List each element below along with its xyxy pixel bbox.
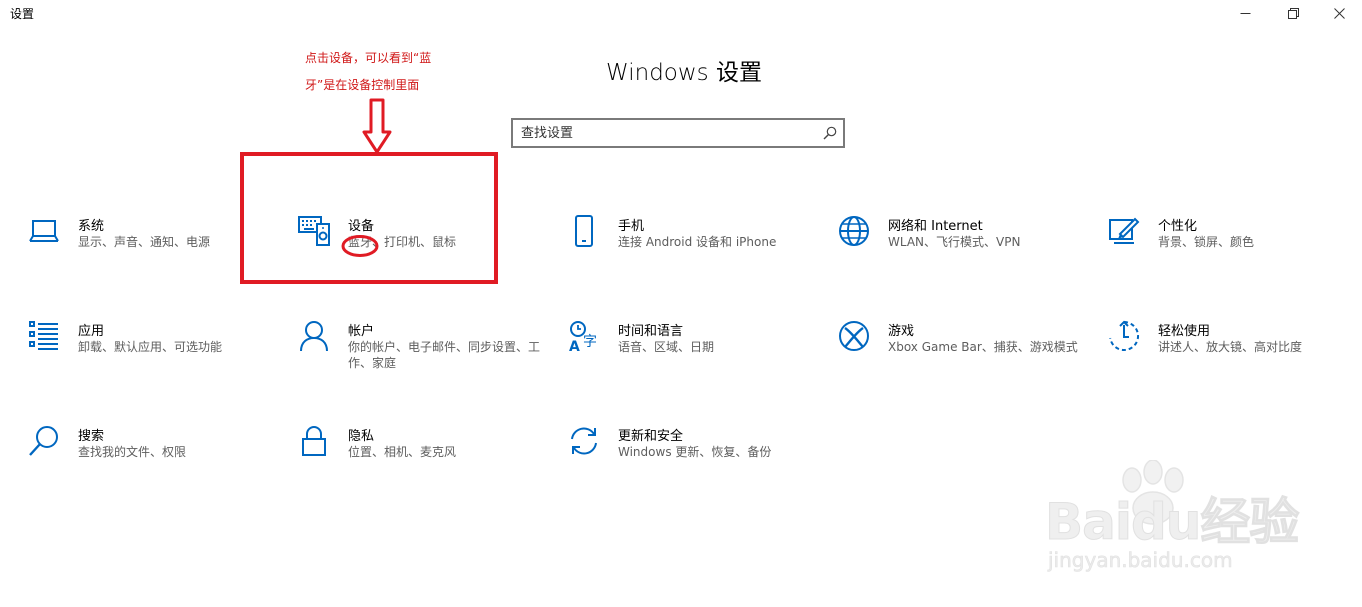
tile-accounts[interactable]: 帐户 你的帐户、电子邮件、同步设置、工作、家庭 — [298, 320, 548, 380]
tile-network[interactable]: 网络和 Internet WLAN、飞行模式、VPN — [838, 215, 1088, 275]
tile-title: 网络和 Internet — [888, 219, 983, 234]
tile-description: 你的帐户、电子邮件、同步设置、工作、家庭 — [348, 340, 541, 370]
tile-title: 系统 — [78, 219, 105, 234]
baidu-watermark: Baidu经验 jingyan.baidu.com — [1040, 460, 1340, 590]
tile-search[interactable]: 搜索 查找我的文件、权限 — [28, 425, 278, 485]
laptop-icon — [28, 215, 60, 247]
tile-description: WLAN、飞行模式、VPN — [888, 235, 1021, 249]
search-icon — [28, 425, 60, 457]
tile-description: 背景、锁屏、颜色 — [1158, 235, 1255, 249]
person-icon — [298, 320, 330, 352]
tile-description: Xbox Game Bar、捕获、游戏模式 — [888, 340, 1078, 354]
search-input[interactable] — [521, 120, 821, 146]
tile-title: 个性化 — [1158, 219, 1198, 234]
svg-text:字: 字 — [583, 334, 597, 350]
tile-title: 轻松使用 — [1158, 324, 1211, 339]
close-button[interactable] — [1316, 0, 1362, 26]
annotation-note: 点击设备，可以看到“蓝牙”是在设备控制里面 — [305, 51, 432, 92]
tile-update-security[interactable]: 更新和安全 Windows 更新、恢复、备份 — [568, 425, 818, 485]
tile-description: 连接 Android 设备和 iPhone — [618, 235, 777, 249]
tile-apps[interactable]: 应用 卸载、默认应用、可选功能 — [28, 320, 278, 380]
tile-gaming[interactable]: 游戏 Xbox Game Bar、捕获、游戏模式 — [838, 320, 1088, 380]
tile-title: 更新和安全 — [618, 429, 684, 444]
personalization-icon — [1108, 215, 1140, 247]
minimize-icon — [1240, 12, 1250, 14]
watermark-url: jingyan.baidu.com — [1048, 548, 1233, 573]
globe-icon — [838, 215, 870, 247]
search-icon[interactable] — [823, 126, 837, 140]
restore-button[interactable] — [1270, 0, 1316, 26]
minimize-button[interactable] — [1222, 0, 1268, 26]
tile-title: 时间和语言 — [618, 324, 684, 339]
sync-icon — [568, 425, 600, 457]
tile-description: 查找我的文件、权限 — [78, 445, 187, 459]
page-title: Windows 设置 — [606, 60, 762, 86]
time-language-icon: A字 — [568, 320, 600, 355]
tile-title: 游戏 — [888, 324, 915, 339]
phone-icon — [568, 215, 600, 247]
svg-text:A: A — [569, 339, 580, 352]
tile-title: 帐户 — [348, 324, 375, 339]
tile-title: 应用 — [78, 324, 105, 339]
tile-description: 卸载、默认应用、可选功能 — [78, 340, 223, 354]
tile-description: 讲述人、放大镜、高对比度 — [1158, 340, 1303, 354]
restore-icon — [1287, 7, 1299, 19]
tile-ease-of-access[interactable]: 轻松使用 讲述人、放大镜、高对比度 — [1108, 320, 1358, 380]
window-title: 设置 — [10, 7, 35, 21]
close-icon — [1333, 7, 1345, 19]
lock-icon — [298, 425, 330, 457]
down-arrow-icon — [362, 98, 392, 154]
tile-description: Windows 更新、恢复、备份 — [618, 445, 772, 459]
tile-title: 手机 — [618, 219, 645, 234]
annotation-circle — [341, 235, 379, 257]
tile-phone[interactable]: 手机 连接 Android 设备和 iPhone — [568, 215, 818, 275]
tile-time-language[interactable]: A字 时间和语言 语音、区域、日期 — [568, 320, 818, 380]
title-bar: 设置 — [0, 0, 1362, 30]
watermark-logo-text: Baidu经验 — [1044, 493, 1299, 552]
tile-title: 搜索 — [78, 429, 105, 444]
tile-personalization[interactable]: 个性化 背景、锁屏、颜色 — [1108, 215, 1358, 275]
apps-list-icon — [28, 320, 60, 352]
tile-description: 语音、区域、日期 — [618, 340, 715, 354]
tile-privacy[interactable]: 隐私 位置、相机、麦克风 — [298, 425, 548, 485]
tile-title: 隐私 — [348, 429, 375, 444]
ease-of-access-icon — [1108, 320, 1140, 352]
xbox-icon — [838, 320, 870, 352]
annotation-highlight-box — [240, 152, 498, 284]
tile-description: 位置、相机、麦克风 — [348, 445, 457, 459]
search-box[interactable] — [511, 118, 845, 148]
